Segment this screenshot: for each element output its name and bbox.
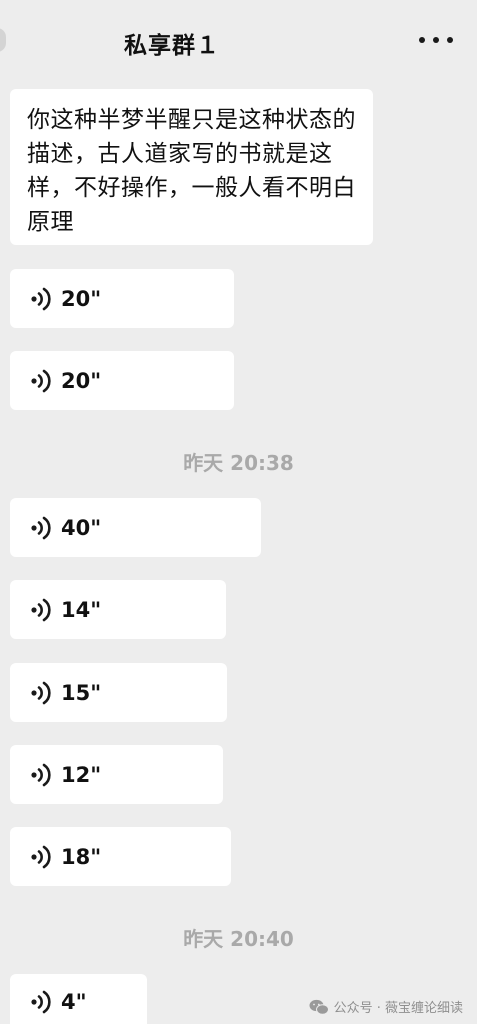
voice-wave-icon (31, 369, 51, 392)
voice-message[interactable]: 20" (10, 269, 234, 328)
voice-duration: 18" (61, 844, 102, 869)
back-button[interactable] (0, 28, 6, 52)
more-dot (419, 37, 425, 43)
voice-message[interactable]: 14" (10, 580, 226, 639)
watermark: 公众号 · 薇宝缠论细读 (309, 997, 463, 1016)
voice-wave-icon (31, 598, 51, 621)
more-dot (433, 37, 439, 43)
chat-title: 私享群１ (124, 33, 220, 59)
voice-message[interactable]: 20" (10, 351, 234, 410)
voice-wave-icon (31, 845, 51, 868)
voice-duration: 20" (61, 286, 102, 311)
voice-duration: 15" (61, 680, 102, 705)
timestamp-separator: 昨天 20:40 (183, 927, 294, 951)
voice-wave-icon (31, 681, 51, 704)
voice-duration: 14" (61, 597, 102, 622)
more-dot (447, 37, 453, 43)
voice-wave-icon (31, 763, 51, 786)
timestamp-separator: 昨天 20:38 (183, 451, 294, 475)
voice-duration: 4" (61, 990, 87, 1014)
voice-message[interactable]: 15" (10, 663, 227, 722)
more-dots-icon[interactable] (419, 30, 453, 50)
voice-message[interactable]: 40" (10, 498, 261, 557)
voice-message[interactable]: 18" (10, 827, 231, 886)
voice-wave-icon (31, 287, 51, 310)
chat-screen: 私享群１ 你这种半梦半醒只是这种状态的描述，古人道家写的书就是这样，不好操作，一… (0, 0, 477, 1024)
text-message-bubble[interactable]: 你这种半梦半醒只是这种状态的描述，古人道家写的书就是这样，不好操作，一般人看不明… (10, 89, 373, 245)
voice-duration: 40" (61, 515, 102, 540)
voice-message[interactable]: 12" (10, 745, 223, 804)
wechat-icon (309, 999, 329, 1015)
chat-header: 私享群１ (0, 0, 477, 78)
voice-wave-icon (31, 516, 51, 539)
voice-duration: 12" (61, 762, 102, 787)
voice-wave-icon (31, 990, 51, 1014)
watermark-text: 公众号 · 薇宝缠论细读 (333, 1001, 463, 1016)
voice-duration: 20" (61, 368, 102, 393)
voice-message[interactable]: 4" (10, 974, 147, 1024)
